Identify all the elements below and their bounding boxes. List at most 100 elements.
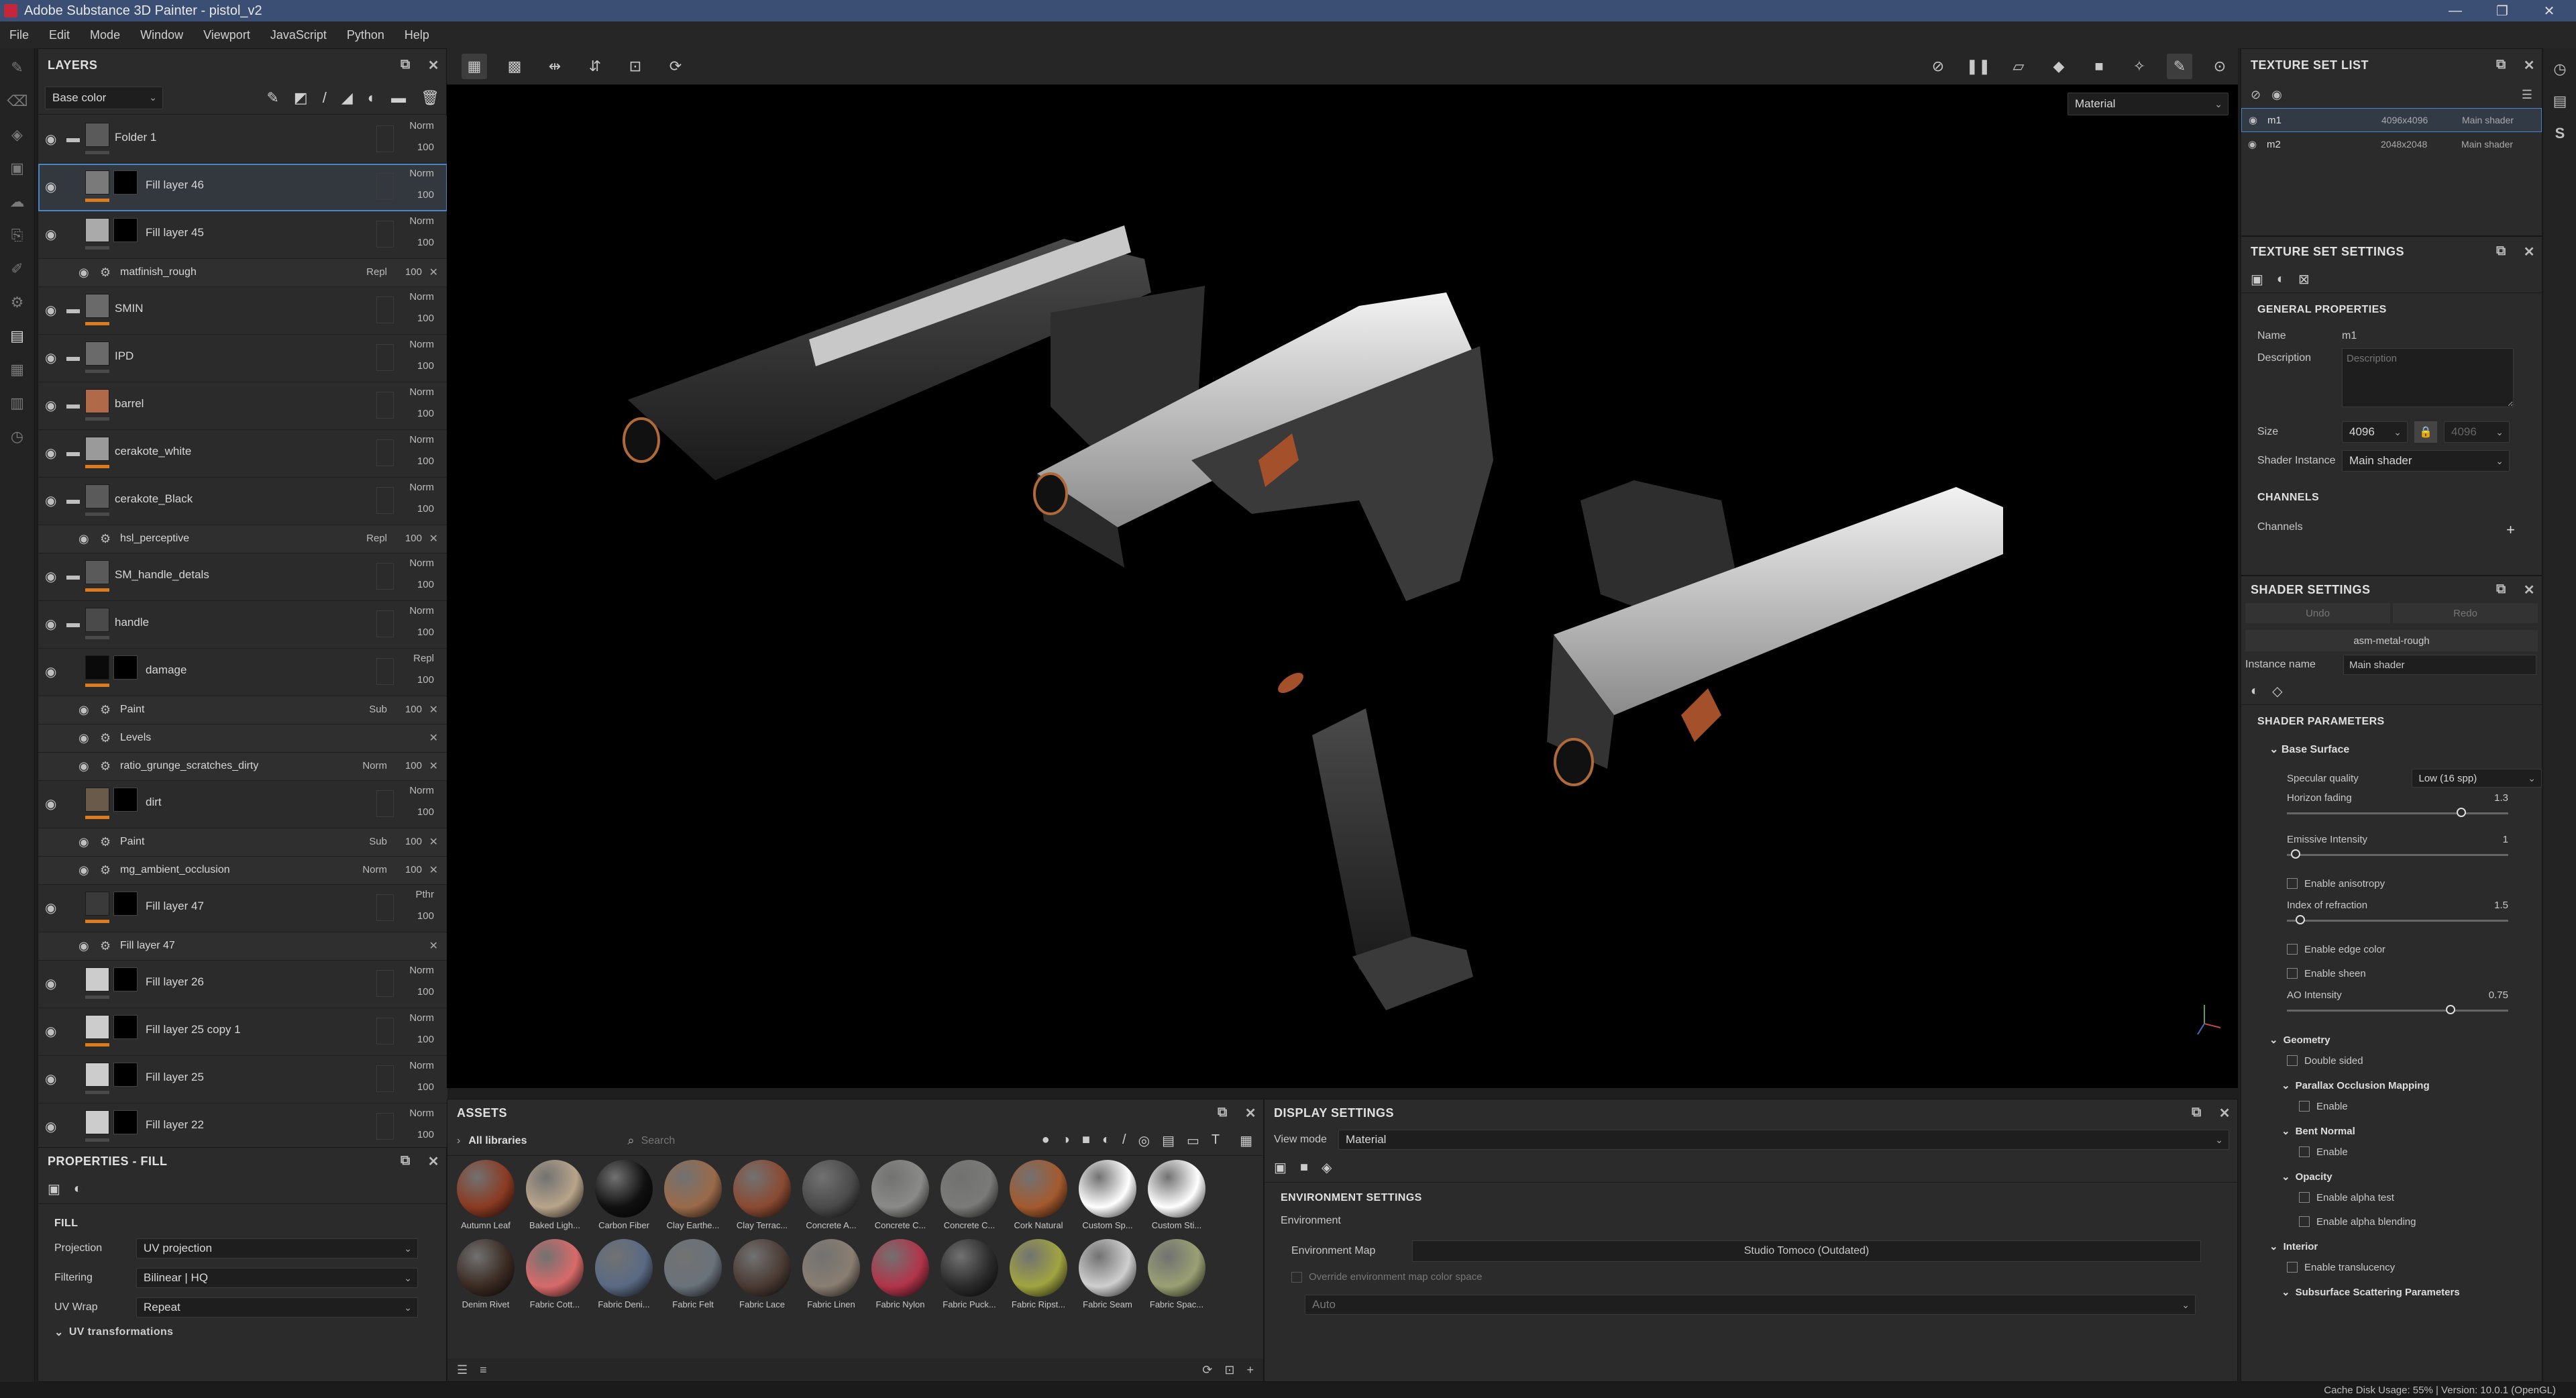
visibility-eye-icon[interactable]: ◉ — [45, 616, 56, 633]
blend-mode-select[interactable]: Pthr — [415, 889, 434, 900]
remove-effect-icon[interactable]: ✕ — [429, 835, 438, 849]
slider-knob[interactable] — [2295, 915, 2305, 924]
visibility-eye-icon[interactable]: ◉ — [78, 759, 89, 773]
checkbox[interactable] — [2287, 944, 2298, 955]
blend-mode-select[interactable]: Norm — [409, 434, 434, 445]
layer-row[interactable]: ◉ ▬ Folder 1 Norm 100 — [38, 116, 447, 164]
opacity-value[interactable]: 100 — [417, 503, 434, 515]
base-surface-toggle[interactable]: ⌄ Base Surface — [2269, 743, 2542, 756]
add-mask-icon[interactable]: ◩ — [294, 89, 308, 107]
grid-view-icon[interactable]: ▦ — [1240, 1132, 1252, 1149]
uv-grid-icon[interactable]: ▩ — [502, 54, 527, 79]
uvwrap-select[interactable]: Repeat ⌄ — [136, 1297, 418, 1318]
instance-name-input[interactable]: Main shader — [2343, 655, 2536, 675]
add-fill-layer-icon[interactable]: ◢ — [341, 89, 353, 107]
close-panel-icon[interactable]: ✕ — [1245, 1105, 1256, 1122]
blend-mode-select[interactable]: Sub — [369, 704, 387, 715]
material-thumbnail[interactable] — [802, 1160, 860, 1218]
filter-materials-icon[interactable]: ● — [1042, 1132, 1050, 1149]
slider-knob[interactable] — [2291, 849, 2301, 859]
smudge-icon[interactable]: ☁ — [7, 192, 28, 212]
eraser-icon[interactable]: ⌫ — [7, 91, 28, 111]
close-panel-icon[interactable]: ✕ — [428, 1153, 439, 1170]
folder-icon[interactable]: ▬ — [66, 302, 80, 317]
layer-row[interactable]: ◉ dirt Norm 100 — [38, 781, 447, 828]
visibility-eye-icon[interactable]: ◉ — [45, 350, 56, 366]
menu-window[interactable]: Window — [140, 28, 183, 42]
opacity-value[interactable]: 100 — [417, 806, 434, 818]
filter-fonts-icon[interactable]: T — [1212, 1132, 1220, 1149]
close-panel-icon[interactable]: ✕ — [2524, 57, 2535, 74]
slider-track[interactable] — [2287, 1010, 2508, 1012]
layer-row[interactable]: ◉ Fill layer 25 copy 1 Norm 100 — [38, 1008, 447, 1056]
visibility-eye-icon[interactable]: ◉ — [45, 302, 56, 319]
mesh-tab-icon[interactable]: ⊠ — [2298, 271, 2310, 288]
blend-mode-select[interactable]: Norm — [409, 785, 434, 796]
pause-icon[interactable]: ❚❚ — [1966, 54, 1991, 79]
layer-row[interactable]: ◉ Fill layer 45 Norm 100 — [38, 211, 447, 259]
delete-layer-icon[interactable]: 🗑 — [421, 89, 439, 107]
layer-row[interactable]: ◉ ▬ cerakote_white Norm 100 — [38, 430, 447, 478]
folder-icon[interactable]: ▬ — [66, 445, 80, 460]
material-thumbnail[interactable] — [457, 1239, 515, 1297]
material-tab-icon[interactable]: ◐ — [2277, 272, 2285, 287]
hide-icon[interactable]: ⊘ — [1925, 54, 1951, 79]
material-thumbnail[interactable] — [733, 1239, 791, 1297]
shader-instance-select[interactable]: Main shader ⌄ — [2342, 450, 2510, 472]
opacity-value[interactable]: 100 — [405, 864, 422, 875]
material-thumbnail[interactable] — [871, 1160, 929, 1218]
layer-effect-row[interactable]: ◉ ⚙ matfinish_rough Repl 100 ✕ — [38, 259, 447, 287]
material-thumbnail[interactable] — [526, 1160, 584, 1218]
layer-row[interactable]: ◉ ▬ cerakote_Black Norm 100 — [38, 478, 447, 525]
visibility-eye-icon[interactable]: ◉ — [45, 226, 56, 243]
material-thumbnail[interactable] — [595, 1239, 653, 1297]
grid-view-icon[interactable]: ▦ — [462, 54, 487, 79]
environment-tab-icon[interactable]: ▣ — [1274, 1159, 1287, 1176]
library-name[interactable]: All libraries — [468, 1135, 527, 1147]
texture-set-row[interactable]: ◉ m2 2048x2048 Main shader — [2241, 132, 2542, 156]
close-panel-icon[interactable]: ✕ — [428, 57, 439, 74]
material-thumbnail[interactable] — [1010, 1239, 1067, 1297]
menu-viewport[interactable]: Viewport — [203, 28, 250, 42]
opacity-value[interactable]: 100 — [405, 836, 422, 847]
bake-icon[interactable]: ⚙ — [7, 292, 28, 313]
material-thumbnail[interactable] — [1079, 1160, 1136, 1218]
opacity-value[interactable]: 100 — [417, 627, 434, 638]
layer-row[interactable]: ◉ Fill layer 46 Norm 100 — [38, 164, 447, 211]
shelf-icon[interactable]: ▥ — [7, 393, 28, 413]
filter-smart-materials-icon[interactable]: ◑ — [1062, 1132, 1070, 1149]
history-icon[interactable]: ◷ — [7, 427, 28, 447]
material-thumbnail[interactable] — [1148, 1160, 1205, 1218]
menu-python[interactable]: Python — [347, 28, 384, 42]
slider-knob[interactable] — [2456, 808, 2466, 817]
override-checkbox[interactable] — [1291, 1271, 1302, 1283]
material-thumbnail[interactable] — [871, 1239, 929, 1297]
shader-extra-tab-icon[interactable]: ◇ — [2272, 683, 2282, 700]
visibility-eye-icon[interactable]: ◉ — [78, 703, 89, 717]
eye-icon[interactable]: ◉ — [2248, 138, 2267, 150]
sort-icon[interactable]: ≡ — [480, 1363, 487, 1377]
opacity-value[interactable]: 100 — [417, 360, 434, 372]
visibility-eye-icon[interactable]: ◉ — [78, 939, 89, 953]
section-toggle[interactable]: ⌄ Interior — [2269, 1234, 2542, 1255]
color-space-select[interactable]: Auto ⌄ — [1305, 1295, 2196, 1315]
remove-effect-icon[interactable]: ✕ — [429, 703, 438, 716]
filter-brushes-icon[interactable]: / — [1122, 1132, 1126, 1149]
float-panel-icon[interactable]: ⧉ — [1218, 1105, 1228, 1122]
opacity-value[interactable]: 100 — [417, 1081, 434, 1093]
env-map-picker[interactable]: Studio Tomoco (Outdated) — [1412, 1240, 2201, 1262]
mirror-icon[interactable]: ⇵ — [582, 54, 608, 79]
material-thumbnail[interactable] — [1079, 1239, 1136, 1297]
paint-brush-icon[interactable]: ✎ — [7, 58, 28, 78]
material-tab-icon[interactable]: ◐ — [74, 1181, 82, 1197]
blend-mode-select[interactable]: Norm — [409, 120, 434, 131]
maximize-button[interactable]: ❐ — [2482, 0, 2522, 21]
add-folder-icon[interactable]: ▬ — [391, 89, 406, 107]
folder-icon[interactable]: ▬ — [66, 131, 80, 146]
visibility-eye-icon[interactable]: ◉ — [45, 796, 56, 812]
float-panel-icon[interactable]: ⧉ — [2192, 1105, 2202, 1122]
slider-value[interactable]: 1.5 — [2494, 900, 2508, 911]
blend-mode-select[interactable]: Norm — [409, 168, 434, 179]
opacity-value[interactable]: 100 — [405, 760, 422, 771]
material-thumbnail[interactable] — [941, 1239, 998, 1297]
